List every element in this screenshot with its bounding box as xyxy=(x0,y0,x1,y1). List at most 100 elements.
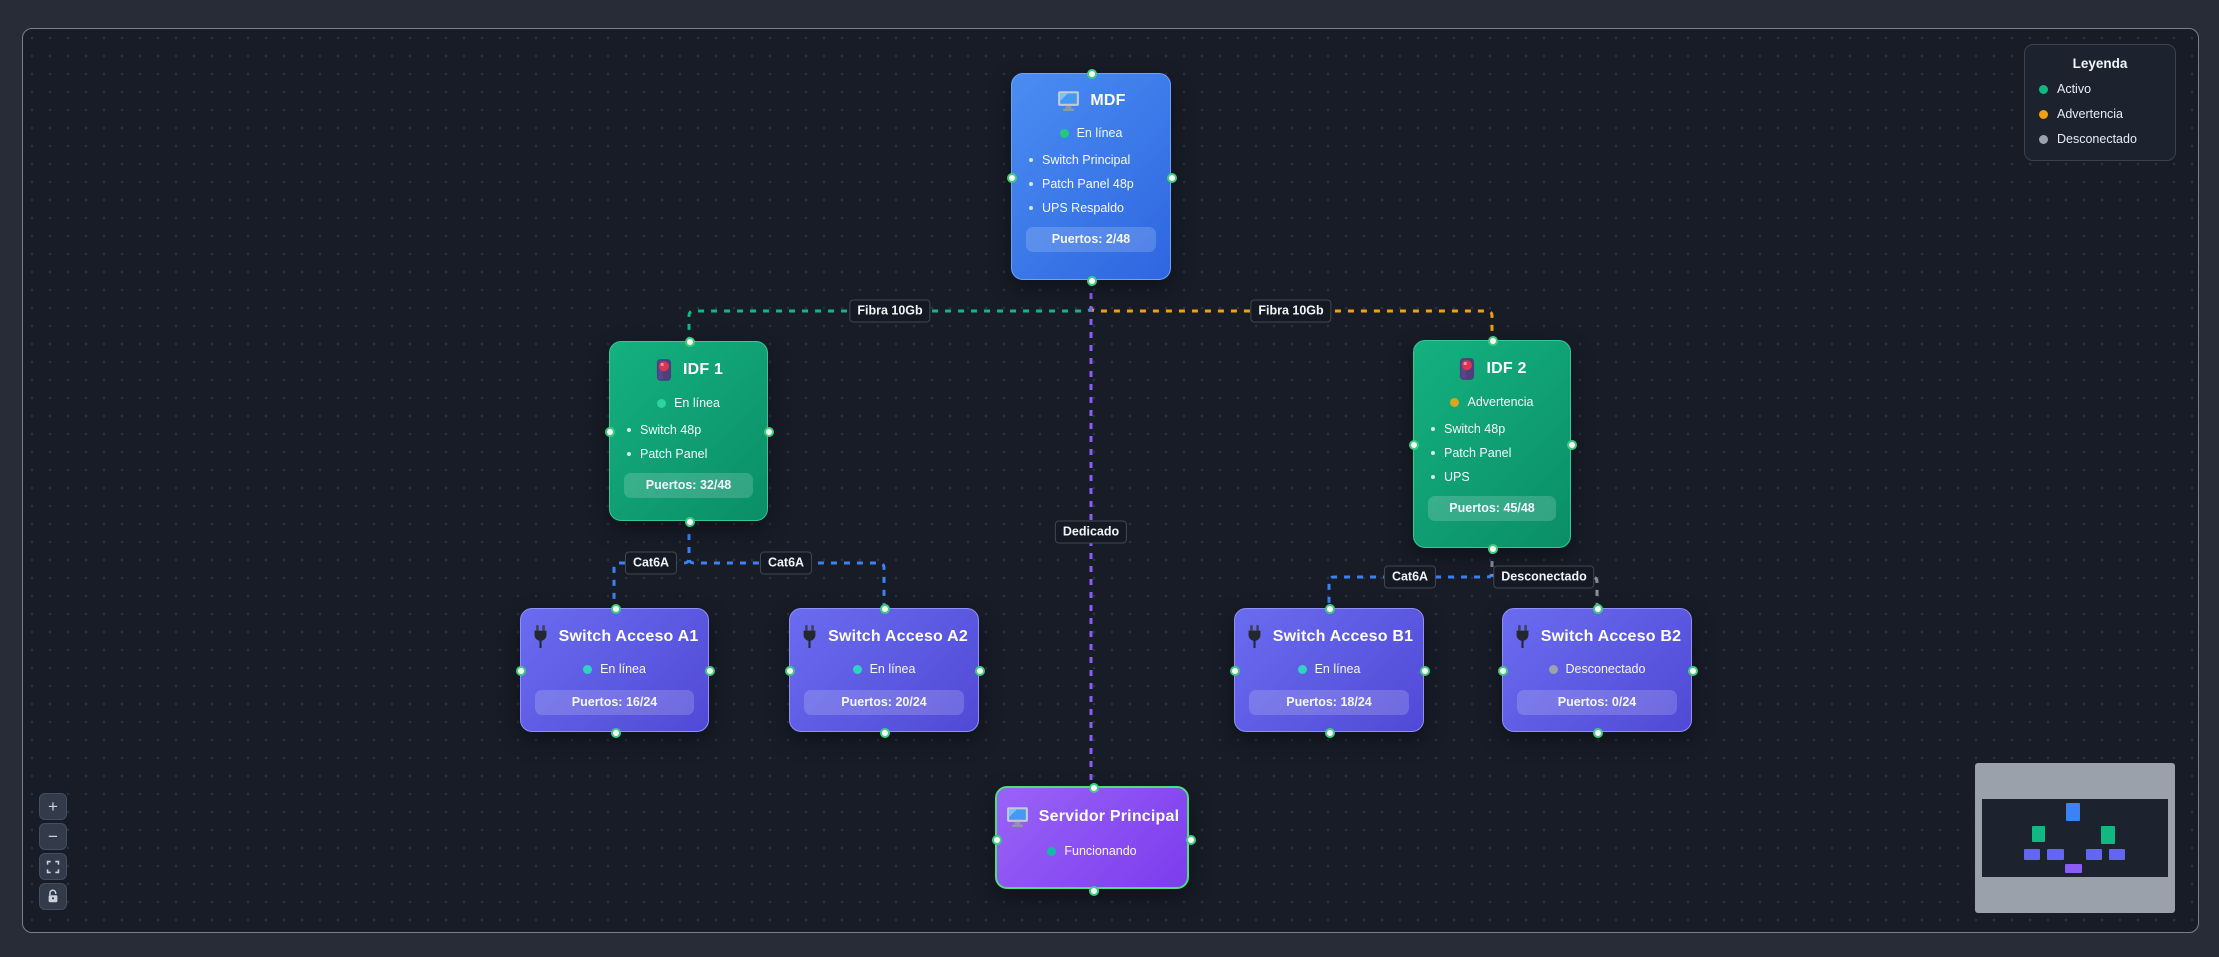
minimap-node-mdf xyxy=(2066,803,2080,821)
node-idf1[interactable]: IDF 1En líneaSwitch 48pPatch PanelPuerto… xyxy=(609,341,768,521)
handle-right[interactable] xyxy=(1688,666,1698,676)
handle-bottom[interactable] xyxy=(1593,728,1603,738)
node-title: Switch Acceso A1 xyxy=(559,628,699,646)
handle-bottom[interactable] xyxy=(1325,728,1335,738)
flow-controls: + − xyxy=(39,793,67,910)
node-item-label: Switch Principal xyxy=(1042,153,1130,167)
status-label: En línea xyxy=(600,662,646,676)
node-server[interactable]: Servidor Principal Funcionando xyxy=(995,786,1189,889)
status-label: En línea xyxy=(870,662,916,676)
handle-right[interactable] xyxy=(764,427,774,437)
handle-top[interactable] xyxy=(611,604,621,614)
legend-panel: Leyenda ActivoAdvertenciaDesconectado xyxy=(2024,44,2176,161)
node-item: UPS Respaldo xyxy=(1029,201,1170,215)
legend-label: Advertencia xyxy=(2057,107,2123,121)
bullet-icon xyxy=(1029,158,1033,162)
minimap[interactable] xyxy=(1975,763,2175,913)
status-dot xyxy=(853,665,862,674)
node-header: Switch Acceso A2 xyxy=(800,624,968,649)
node-idf2[interactable]: IDF 2AdvertenciaSwitch 48pPatch PanelUPS… xyxy=(1413,340,1571,548)
zoom-in-button[interactable]: + xyxy=(39,793,67,820)
edge-label-idf2-b2: Desconectado xyxy=(1493,566,1594,589)
status-dot xyxy=(1060,129,1069,138)
handle-left[interactable] xyxy=(516,666,526,676)
node-title: Servidor Principal xyxy=(1039,808,1180,826)
desktop-icon xyxy=(1056,89,1081,113)
bullet-icon xyxy=(1029,206,1033,210)
lock-button[interactable] xyxy=(39,883,67,910)
node-header: IDF 2 xyxy=(1457,356,1526,382)
node-item: Patch Panel xyxy=(627,447,767,461)
handle-left[interactable] xyxy=(605,427,615,437)
handle-bottom[interactable] xyxy=(1087,276,1097,286)
handle-bottom[interactable] xyxy=(685,517,695,527)
minus-icon: − xyxy=(48,828,58,845)
node-item-list: Switch 48pPatch PanelUPS xyxy=(1414,409,1570,484)
edge-label-mdf-idf2: Fibra 10Gb xyxy=(1250,300,1331,323)
node-sw-b1[interactable]: Switch Acceso B1 En línea Puertos: 18/24 xyxy=(1234,608,1424,732)
bullet-icon xyxy=(627,452,631,456)
ports-badge: Puertos: 20/24 xyxy=(804,690,964,715)
node-item-label: UPS xyxy=(1444,470,1470,484)
ports-badge: Puertos: 18/24 xyxy=(1249,690,1409,715)
edge-label-idf1-a2: Cat6A xyxy=(760,552,812,575)
handle-right[interactable] xyxy=(705,666,715,676)
ports-badge: Puertos: 16/24 xyxy=(535,690,694,715)
node-status: En línea xyxy=(583,662,646,676)
status-label: Desconectado xyxy=(1566,662,1646,676)
handle-top[interactable] xyxy=(685,337,695,347)
node-status: En línea xyxy=(853,662,916,676)
node-title: Switch Acceso A2 xyxy=(828,628,968,646)
bullet-icon xyxy=(1029,182,1033,186)
handle-bottom[interactable] xyxy=(1488,544,1498,554)
handle-bottom[interactable] xyxy=(880,728,890,738)
handle-right[interactable] xyxy=(1167,173,1177,183)
fit-view-button[interactable] xyxy=(39,853,67,880)
node-header: Switch Acceso B1 xyxy=(1245,624,1413,649)
node-item: Switch 48p xyxy=(627,423,767,437)
handle-left[interactable] xyxy=(1409,440,1419,450)
handle-left[interactable] xyxy=(785,666,795,676)
node-item: Patch Panel xyxy=(1431,446,1570,460)
node-item-label: Patch Panel xyxy=(640,447,707,461)
node-mdf[interactable]: MDFEn líneaSwitch PrincipalPatch Panel 4… xyxy=(1011,73,1171,280)
status-dot xyxy=(1549,665,1558,674)
status-dot xyxy=(1298,665,1307,674)
node-title: IDF 2 xyxy=(1486,360,1526,378)
status-label: Advertencia xyxy=(1467,395,1533,409)
minimap-node-idf1 xyxy=(2032,826,2046,842)
minimap-node-sw-a2 xyxy=(2047,849,2063,860)
handle-left[interactable] xyxy=(992,835,1002,845)
handle-bottom[interactable] xyxy=(1089,886,1099,896)
ports-badge: Puertos: 45/48 xyxy=(1428,496,1556,521)
handle-left[interactable] xyxy=(1230,666,1240,676)
legend-dot xyxy=(2039,110,2048,119)
node-status: Funcionando xyxy=(1047,844,1136,858)
handle-right[interactable] xyxy=(1420,666,1430,676)
handle-right[interactable] xyxy=(975,666,985,676)
handle-top[interactable] xyxy=(880,604,890,614)
node-sw-a1[interactable]: Switch Acceso A1 En línea Puertos: 16/24 xyxy=(520,608,709,732)
node-title: IDF 1 xyxy=(683,361,723,379)
legend-title: Leyenda xyxy=(2025,56,2175,71)
node-sw-a2[interactable]: Switch Acceso A2 En línea Puertos: 20/24 xyxy=(789,608,979,732)
zoom-out-button[interactable]: − xyxy=(39,823,67,850)
node-status: En línea xyxy=(1060,126,1123,140)
handle-right[interactable] xyxy=(1567,440,1577,450)
handle-bottom[interactable] xyxy=(611,728,621,738)
handle-top[interactable] xyxy=(1488,336,1498,346)
handle-left[interactable] xyxy=(1007,173,1017,183)
handle-right[interactable] xyxy=(1186,835,1196,845)
handle-top[interactable] xyxy=(1087,69,1097,79)
ports-badge: Puertos: 2/48 xyxy=(1026,227,1156,252)
handle-top[interactable] xyxy=(1325,604,1335,614)
status-dot xyxy=(583,665,592,674)
handle-left[interactable] xyxy=(1498,666,1508,676)
node-status: En línea xyxy=(1298,662,1361,676)
node-header: IDF 1 xyxy=(654,357,723,383)
flow-canvas[interactable]: Fibra 10GbFibra 10GbDedicadoCat6ACat6ACa… xyxy=(22,28,2199,933)
handle-top[interactable] xyxy=(1089,783,1099,793)
handle-top[interactable] xyxy=(1593,604,1603,614)
node-sw-b2[interactable]: Switch Acceso B2DesconectadoPuertos: 0/2… xyxy=(1502,608,1692,732)
node-header: MDF xyxy=(1056,89,1125,113)
